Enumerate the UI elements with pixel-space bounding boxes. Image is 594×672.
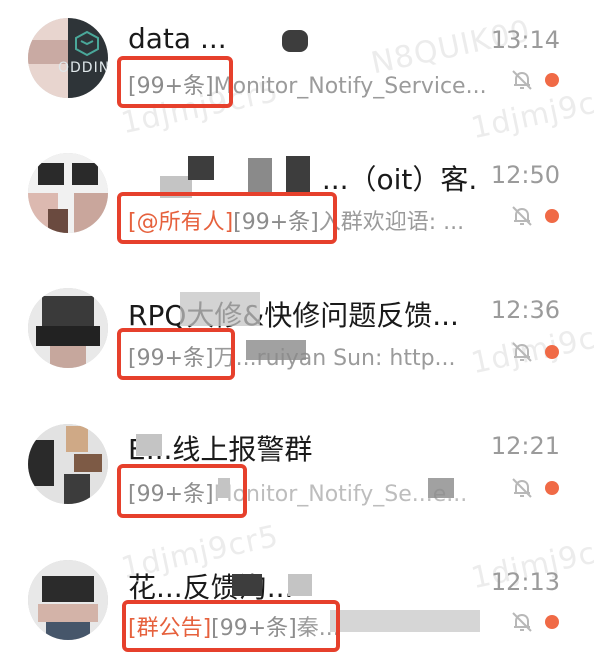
- preview-text: Monitor_Notify_Service...: [213, 74, 487, 99]
- cube-icon: [75, 30, 99, 56]
- redaction: [232, 574, 262, 596]
- mute-bell-icon: [512, 612, 532, 632]
- unread-dot: [545, 481, 559, 495]
- unread-dot: [545, 615, 559, 629]
- chat-list-item[interactable]: ▇▇▇▇▇▇▇▇▇...（oit）客... 12:50 [@所有人][99+条]…: [0, 136, 594, 264]
- avatar: [28, 288, 108, 368]
- avatar: [28, 424, 108, 504]
- chat-list-item[interactable]: RPQ大修&快修问题反馈... 12:36 [99+条]万...ruiyan S…: [0, 272, 594, 400]
- highlight-box: [122, 600, 340, 652]
- mute-bell-icon: [512, 206, 532, 226]
- highlight-box: [117, 464, 247, 518]
- highlight-box: [117, 192, 337, 244]
- timestamp: 12:36: [490, 296, 560, 324]
- chat-list-item[interactable]: ODDIN data ... 13:14 [99+条]Monitor_Notif…: [0, 0, 594, 128]
- redaction: [246, 340, 306, 360]
- timestamp: 13:14: [490, 26, 560, 54]
- mute-bell-icon: [512, 70, 532, 90]
- redaction: [188, 156, 214, 180]
- mute-bell-icon: [512, 342, 532, 362]
- preview-text: 入群欢迎语: ...: [318, 210, 465, 235]
- timestamp: 12:13: [490, 568, 560, 596]
- redaction: [288, 574, 312, 596]
- redaction: [136, 434, 162, 456]
- highlight-box: [117, 328, 235, 380]
- unread-dot: [545, 345, 559, 359]
- redaction: [286, 156, 310, 194]
- highlight-box: [117, 56, 233, 108]
- mute-bell-icon: [512, 478, 532, 498]
- unread-dot: [545, 209, 559, 223]
- timestamp: 12:50: [490, 161, 560, 189]
- redaction: [180, 292, 260, 326]
- redaction: [428, 478, 454, 498]
- unread-dot: [545, 73, 559, 87]
- chat-list-item[interactable]: E...线上报警群 12:21 [99+条]Monitor_Notify_Se.…: [0, 408, 594, 536]
- timestamp: 12:21: [490, 432, 560, 460]
- redaction: [248, 158, 272, 194]
- avatar: [28, 153, 108, 233]
- chat-list-item[interactable]: 花...反馈沟... 12:13 [群公告][99+条]秦...: [0, 544, 594, 672]
- avatar: ODDIN: [28, 18, 108, 98]
- avatar: [28, 560, 108, 640]
- redaction: [282, 30, 308, 52]
- redaction: [330, 610, 480, 632]
- chat-title: data ...: [128, 22, 227, 55]
- avatar-logo-text: ODDIN: [58, 60, 108, 76]
